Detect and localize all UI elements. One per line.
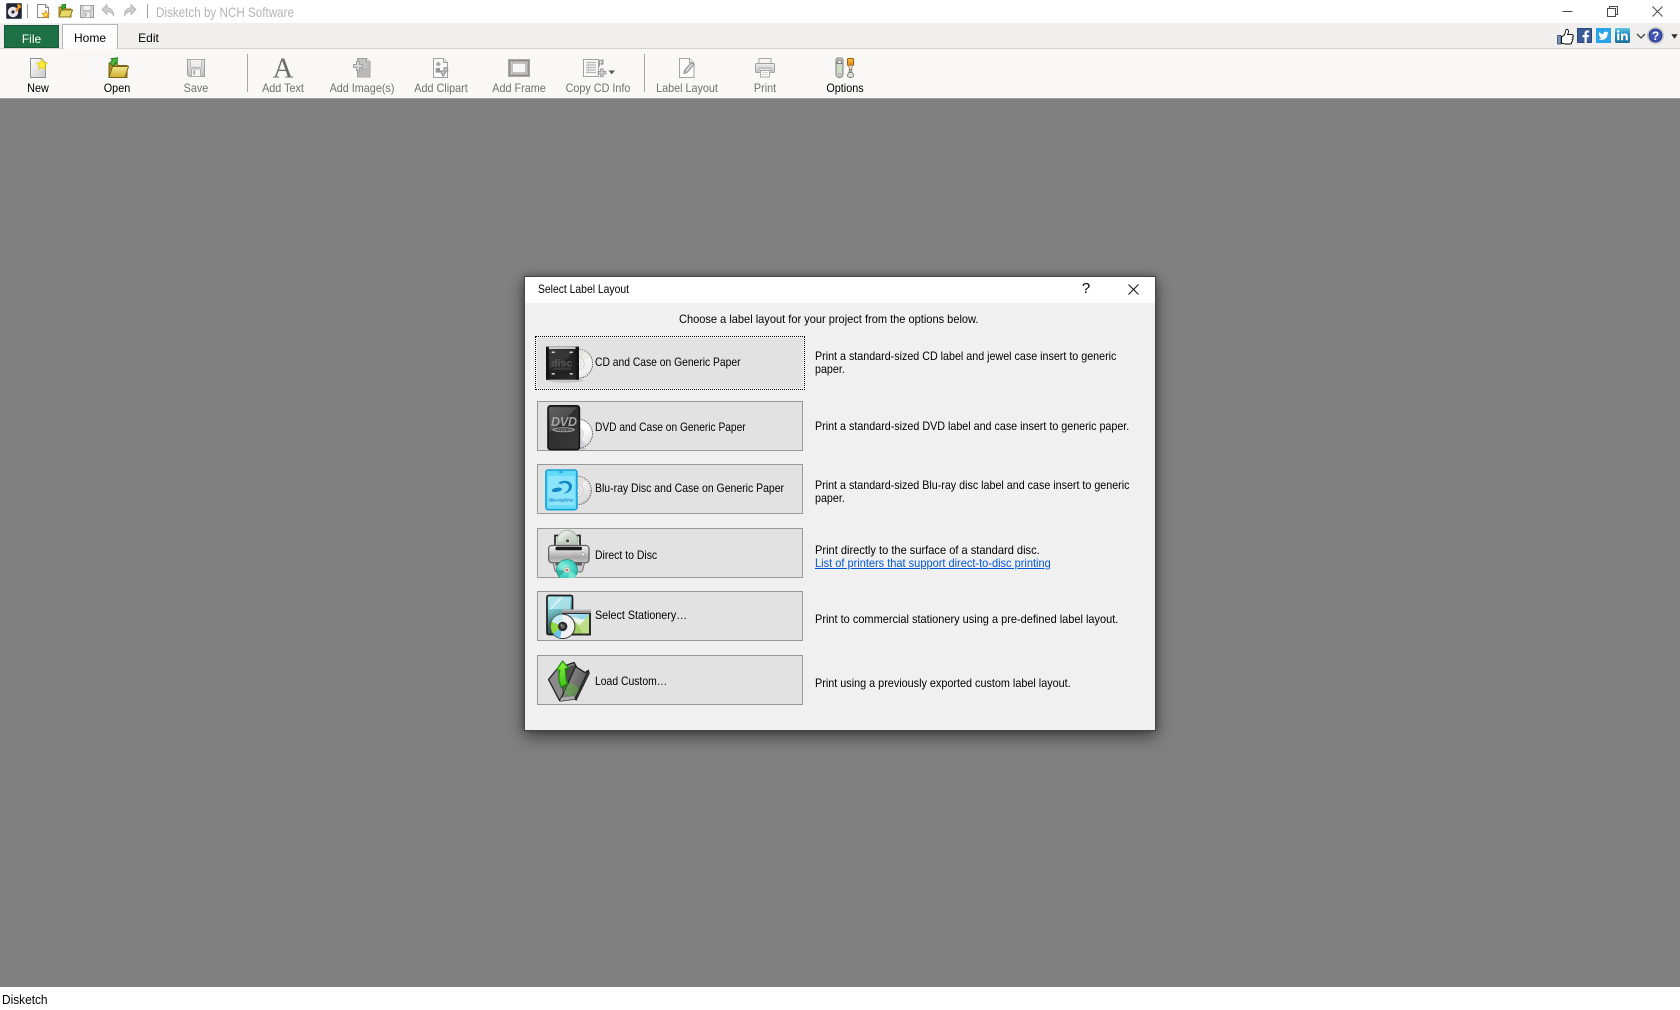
- svg-text:?: ?: [1652, 29, 1659, 43]
- svg-text:A: A: [273, 57, 294, 79]
- svg-text:Blu-rayDisc: Blu-rayDisc: [549, 498, 574, 503]
- svg-text:VIDEO: VIDEO: [556, 427, 571, 432]
